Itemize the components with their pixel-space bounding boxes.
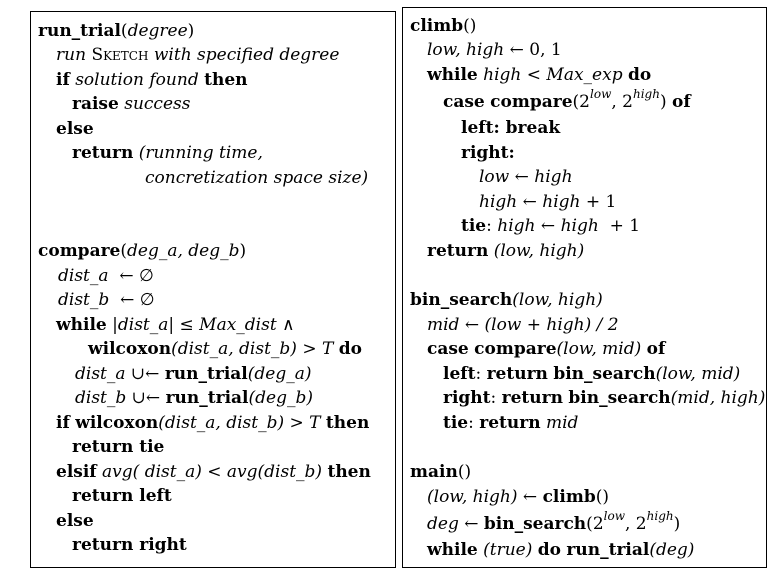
else-line-2: else: [56, 511, 94, 531]
low-assign-high-line: low ← high: [479, 167, 573, 187]
dist-a-init-line: dist_a ← ∅: [58, 266, 154, 286]
climb-case-line: case compare(2low, 2high) of: [443, 87, 691, 112]
raise-success-line: raise success: [72, 94, 191, 114]
elsif-line: elsif avg( dist_a) < avg(dist_b) then: [56, 462, 371, 482]
climb-right-label-line: right:: [461, 143, 515, 163]
mid-assign-line: mid ← (low + high) / 2: [427, 315, 619, 335]
main-climb-line: (low, high) ← climb(): [427, 487, 609, 507]
dist-b-init-line: dist_b ← ∅: [58, 290, 155, 310]
return-left-line: return left: [72, 486, 172, 506]
return-running-time-line: return (running time,: [72, 143, 263, 163]
while-line: while |dist_a| ≤ Max_dist ∧: [56, 315, 295, 335]
concretization-line: concretization space size): [145, 168, 369, 188]
run-sketch-line: run Sketch with specified degree: [56, 45, 340, 65]
if-solution-line: if solution found then: [56, 70, 248, 90]
compare-header: compare(deg_a, deg_b): [38, 241, 247, 261]
return-tie-line: return tie: [72, 437, 165, 457]
high-increment-line: high ← high + 1: [479, 192, 617, 212]
if-wilcoxon-line: if wilcoxon(dist_a, dist_b) > T then: [56, 413, 370, 433]
right-algorithm-panel: climb() low, high ← 0, 1 while high < Ma…: [402, 7, 767, 568]
main-while-line: while (true) do run_trial(deg): [427, 540, 695, 560]
climb-tie-line: tie: high ← high + 1: [461, 216, 641, 236]
climb-left-break-line: left: break: [461, 118, 561, 138]
climb-header: climb(): [410, 16, 477, 36]
bin-search-case-line: case compare(low, mid) of: [427, 339, 666, 359]
dist-b-union-line: dist_b ∪← run_trial(deg_b): [75, 388, 313, 408]
dist-a-union-line: dist_a ∪← run_trial(deg_a): [75, 364, 312, 384]
bin-search-left-line: left: return bin_search(low, mid): [443, 364, 741, 384]
climb-while-line: while high < Max_exp do: [427, 65, 652, 85]
bin-search-right-line: right: return bin_search(mid, high): [443, 388, 766, 408]
else-line-1: else: [56, 119, 94, 139]
main-header: main(): [410, 462, 472, 482]
wilcoxon-condition-line: wilcoxon(dist_a, dist_b) > T do: [88, 339, 362, 359]
left-algorithm-panel: run_trial(degree) run Sketch with specif…: [30, 11, 396, 568]
bin-search-tie-line: tie: return mid: [443, 413, 579, 433]
main-deg-line: deg ← bin_search(2low, 2high): [427, 509, 681, 534]
return-right-line: return right: [72, 535, 187, 555]
climb-init-line: low, high ← 0, 1: [427, 40, 562, 60]
climb-return-line: return (low, high): [427, 241, 585, 261]
bin-search-header: bin_search(low, high): [410, 290, 603, 310]
run-trial-header: run_trial(degree): [38, 21, 195, 41]
